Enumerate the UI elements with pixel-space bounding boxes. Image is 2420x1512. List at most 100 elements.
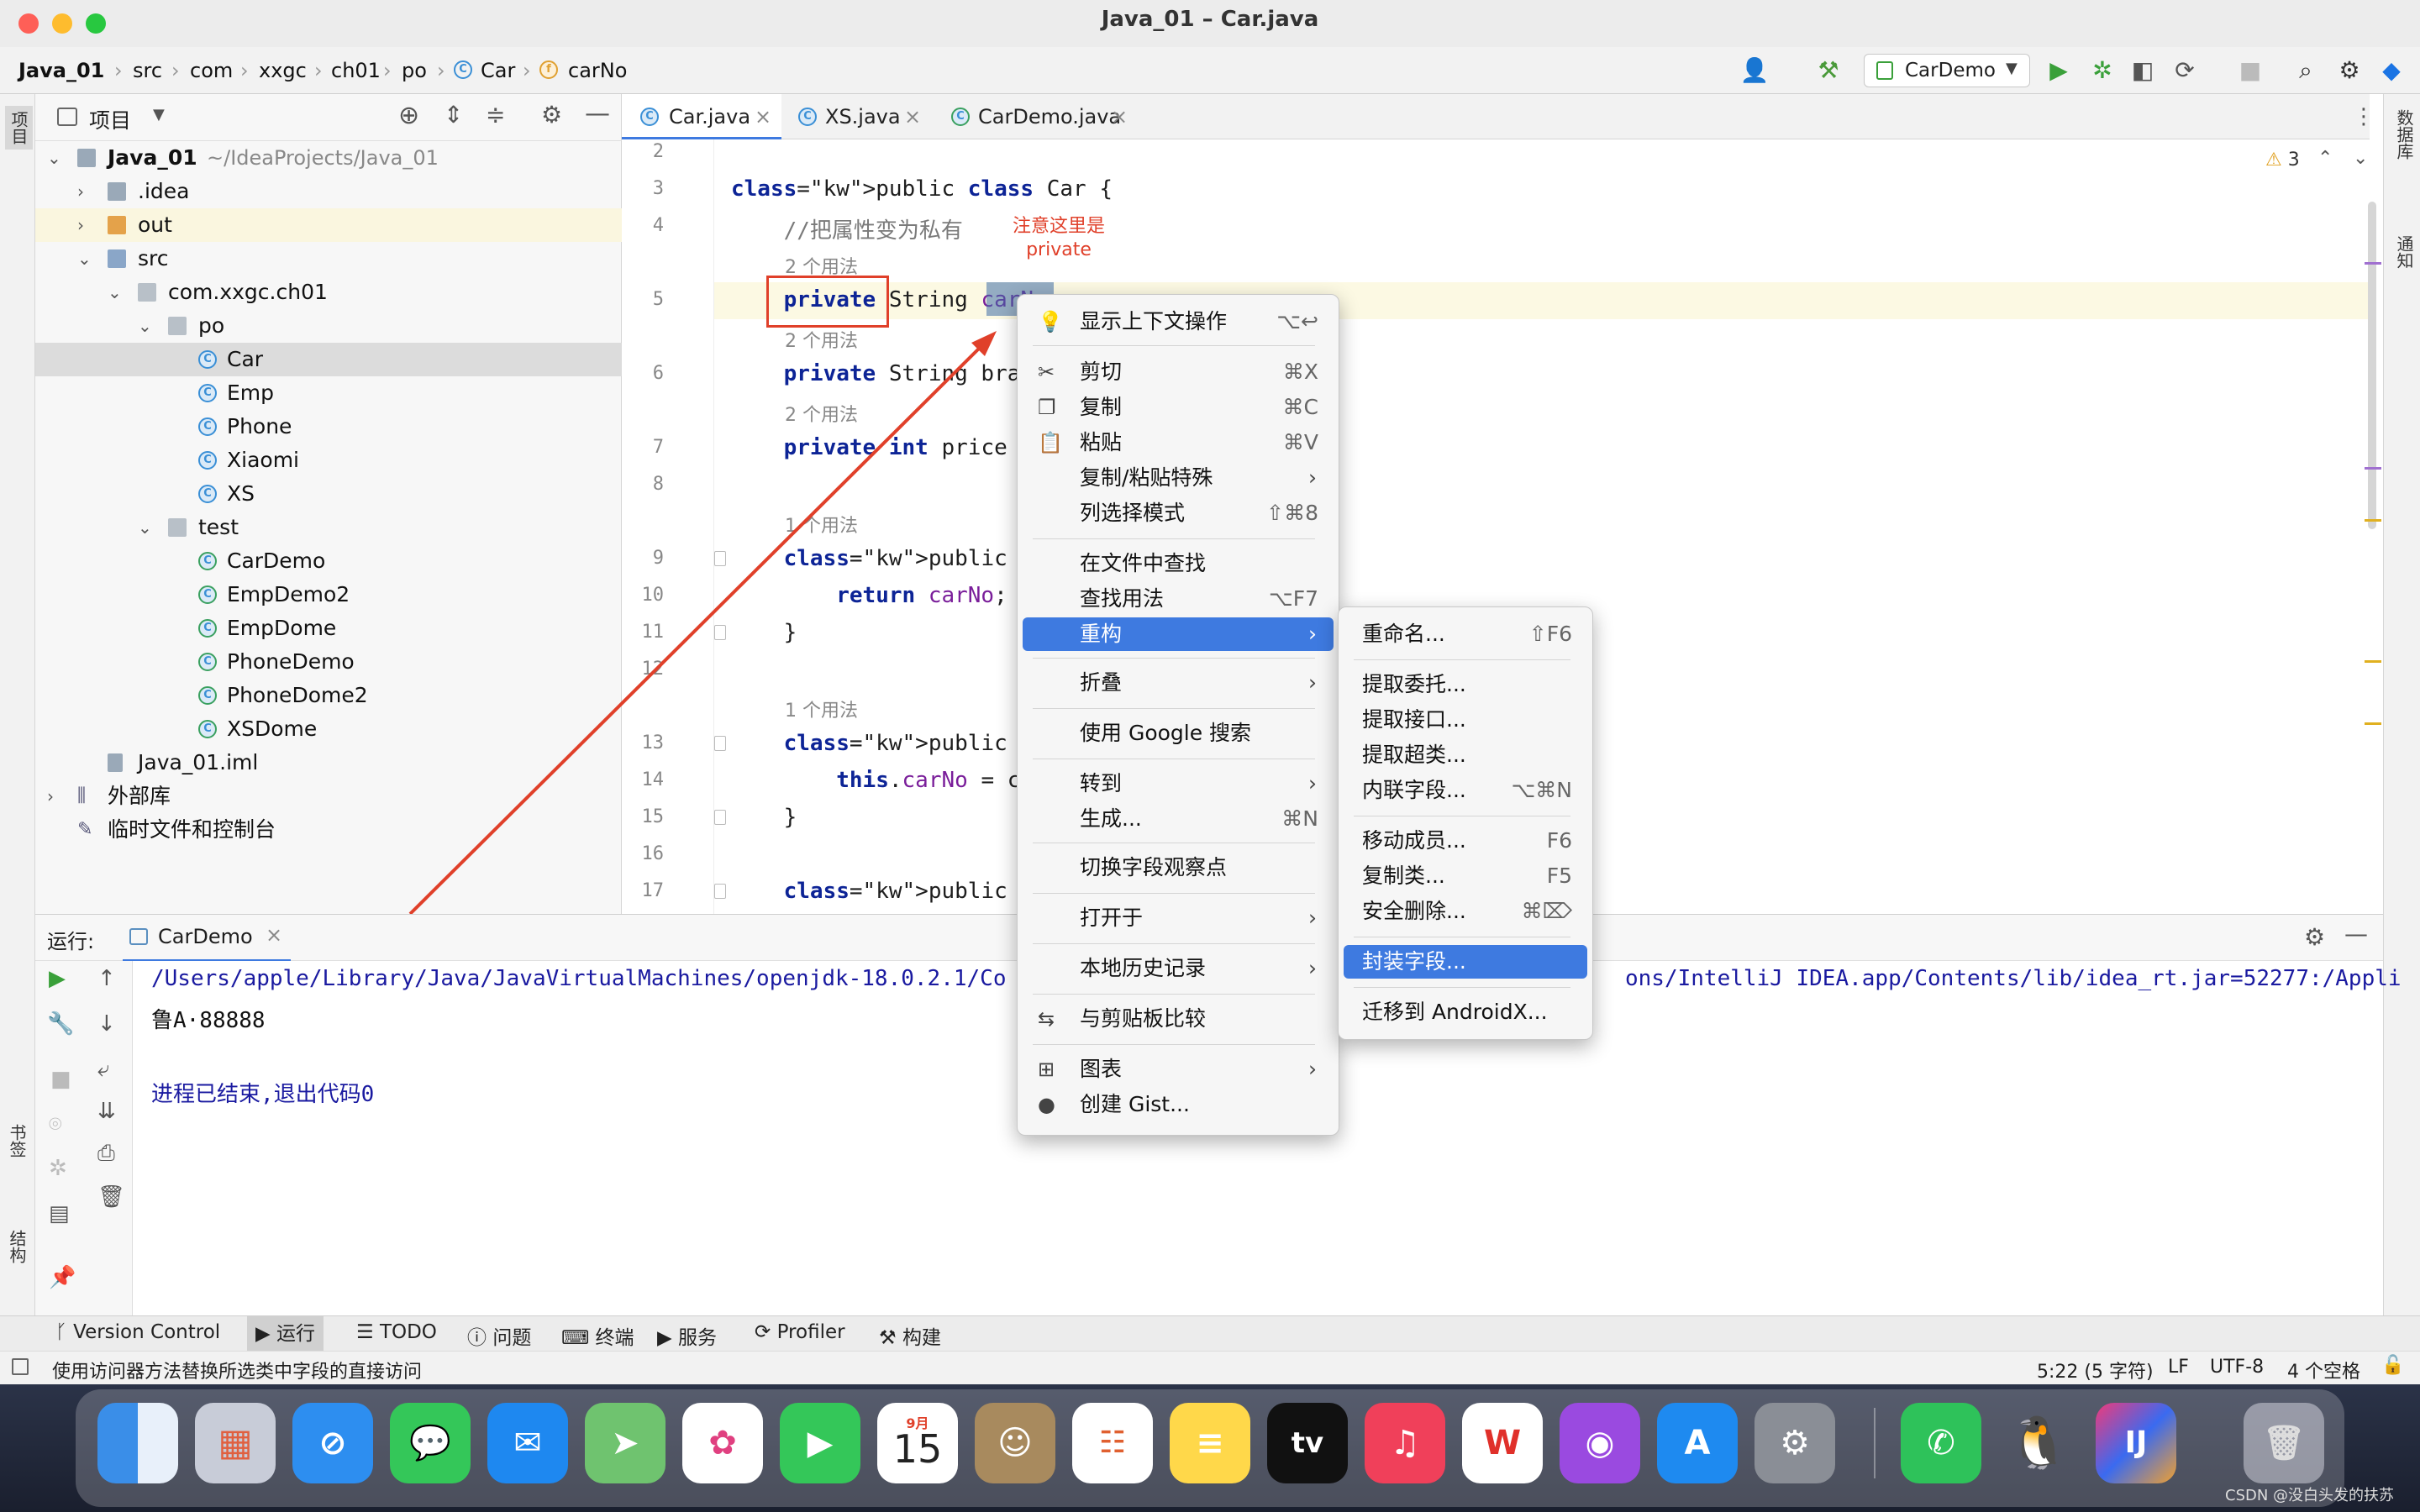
tool-terminal[interactable]: ⌨ 终端 [561,1321,634,1350]
tree-item-out[interactable]: › out [35,208,622,242]
menu-item-find-in-files[interactable]: 在文件中查找 [1023,547,1334,580]
wechat-icon[interactable]: ✆ [1901,1403,1981,1483]
caret-position[interactable]: 5:22 (5 字符) [2037,1357,2154,1383]
search-icon[interactable]: ⌕ [2291,55,2321,86]
structure-tool-button[interactable]: 结构 [5,1230,29,1263]
chevron-down-icon[interactable]: ⌄ [138,511,152,544]
debug-icon[interactable]: ✲ [2087,55,2118,86]
menu-item-toggle-watchpoint[interactable]: 切换字段观察点 [1023,851,1334,885]
tab-xs-java[interactable]: C XS.java × [790,94,941,139]
close-tab-icon[interactable]: × [1111,94,1128,139]
tool-run[interactable]: ▶ 运行 [247,1316,324,1352]
profile-icon[interactable]: ⟳ [2170,55,2200,86]
tab-cardemo-java[interactable]: C CarDemo.java × [943,94,1161,139]
menu-item-migrate-androidx[interactable]: 迁移到 AndroidX... [1344,995,1587,1029]
breadcrumb-carno[interactable]: carNo [568,59,627,82]
layout-icon[interactable]: ▤ [49,1201,70,1226]
stop-icon[interactable]: ■ [2235,55,2265,86]
menu-item-move-members[interactable]: 移动成员... F6 [1344,824,1587,858]
project-panel-title[interactable]: 项目 [89,104,131,134]
tool-problems[interactable]: ⓘ 问题 [467,1321,531,1350]
wps-icon[interactable]: W [1462,1403,1543,1483]
chevron-down-icon[interactable]: ⌄ [77,242,92,276]
close-tab-icon[interactable]: × [266,923,282,947]
breadcrumb-car[interactable]: Car [481,59,515,82]
wrench-icon[interactable]: 🔧 [47,1011,74,1037]
chevron-right-icon[interactable]: › [47,780,54,813]
scroll-up-icon[interactable]: ↑ [97,966,116,991]
menu-item-safe-delete[interactable]: 安全删除... ⌘⌦ [1344,895,1587,928]
expand-all-icon[interactable]: ⇕ [444,101,463,129]
menu-item-copy-class[interactable]: 复制类... F5 [1344,859,1587,893]
database-tool-button[interactable]: 数据库 [2392,109,2417,160]
contacts-icon[interactable]: ☺ [975,1403,1055,1483]
safari-icon[interactable]: ⊘ [292,1403,373,1483]
gear-icon[interactable]: ⚙ [541,101,562,129]
hide-panel-icon[interactable]: — [585,99,610,129]
facetime-icon[interactable]: ▶ [780,1403,860,1483]
breadcrumb-ch01[interactable]: ch01 [331,59,381,82]
collapse-all-icon[interactable]: ≑ [486,101,505,129]
rerun-icon[interactable]: ▶ [49,966,66,991]
run-icon[interactable]: ▶ [2044,55,2074,86]
menu-item-extract-superclass[interactable]: 提取超类... [1344,738,1587,772]
finder-icon[interactable] [97,1403,178,1483]
tree-item-package-ch01[interactable]: ⌄ com.xxgc.ch01 [35,276,622,309]
lock-icon[interactable]: 🔓 [2381,1355,2404,1376]
settings-gear-icon[interactable]: ⚙ [2334,55,2365,86]
stop-icon[interactable]: ■ [50,1067,71,1092]
file-encoding[interactable]: UTF-8 [2210,1357,2264,1378]
menu-item-goto[interactable]: 转到 › [1023,767,1334,801]
menu-item-extract-delegate[interactable]: 提取委托... [1344,668,1587,701]
trash-icon[interactable]: 🗑 [97,1184,125,1210]
photos-icon[interactable]: ✿ [682,1403,763,1483]
debugger-settings-icon[interactable]: ✲ [49,1156,67,1181]
run-tab-cardemo[interactable]: CarDemo × [123,915,291,962]
chevron-right-icon[interactable]: › [77,175,84,208]
appstore-icon[interactable]: A [1657,1403,1738,1483]
breadcrumb-xxgc[interactable]: xxgc [259,59,307,82]
menu-item-refactor[interactable]: 重构 › [1023,617,1334,651]
run-configuration-select[interactable]: CarDemo ▼ [1864,54,2030,87]
menu-item-rename[interactable]: 重命名... ⇧F6 [1344,617,1587,651]
print-icon[interactable]: ⎙ [97,1141,115,1167]
tree-item-idea[interactable]: › .idea [35,175,622,208]
editor-scrollbar[interactable] [2368,202,2376,529]
build-hammer-icon[interactable]: ⚒ [1813,55,1844,86]
menu-item-create-gist[interactable]: ● 创建 Gist... [1023,1088,1334,1121]
chevron-down-icon[interactable]: ⌄ [47,141,61,175]
chevron-down-icon[interactable]: ⌄ [138,309,152,343]
menu-item-extract-interface[interactable]: 提取接口... [1344,703,1587,737]
breadcrumb-po[interactable]: po [402,59,427,82]
soft-wrap-icon[interactable]: ⤶ [97,1057,110,1083]
bookmarks-tool-button[interactable]: 书签 [5,1124,29,1158]
menu-item-generate[interactable]: 生成... ⌘N [1023,802,1334,836]
coverage-icon[interactable]: ◧ [2128,55,2158,86]
user-icon[interactable]: 👤 [1739,55,1770,86]
tool-profiler[interactable]: ⟳ Profiler [755,1321,845,1343]
system-settings-icon[interactable]: ⚙ [1754,1403,1835,1483]
next-highlight-icon[interactable]: ⌄ [2353,148,2368,169]
previous-highlight-icon[interactable]: ⌃ [2317,148,2333,169]
menu-item-google-search[interactable]: 使用 Google 搜索 [1023,717,1334,750]
tree-item-src[interactable]: ⌄ src [35,242,622,276]
warnings-indicator[interactable]: ⚠ 3 [2265,150,2300,171]
tab-car-java[interactable]: C Car.java × [622,94,781,139]
close-tab-icon[interactable]: × [755,94,771,139]
calendar-icon[interactable]: 9月 15 [877,1403,958,1483]
breadcrumb-com[interactable]: com [190,59,233,82]
launchpad-icon[interactable]: ▦ [195,1403,276,1483]
scroll-down-icon[interactable]: ↓ [97,1011,116,1037]
toggle-panels-icon[interactable] [12,1358,29,1375]
music-icon[interactable]: ♫ [1365,1403,1445,1483]
trash-icon[interactable]: 🗑 [2244,1403,2324,1483]
menu-item-paste[interactable]: 📋 粘贴 ⌘V [1023,426,1334,459]
indent-setting[interactable]: 4 个空格 [2287,1357,2360,1383]
menu-item-encapsulate-fields[interactable]: 封装字段... [1344,945,1587,979]
mail-icon[interactable]: ✉ [487,1403,568,1483]
chevron-down-icon[interactable]: ▼ [153,106,165,123]
menu-item-copy[interactable]: ❐ 复制 ⌘C [1023,391,1334,424]
notes-icon[interactable]: ≡ [1170,1403,1250,1483]
gear-icon[interactable]: ⚙ [2304,923,2325,951]
hide-panel-icon[interactable]: — [2344,920,2368,948]
